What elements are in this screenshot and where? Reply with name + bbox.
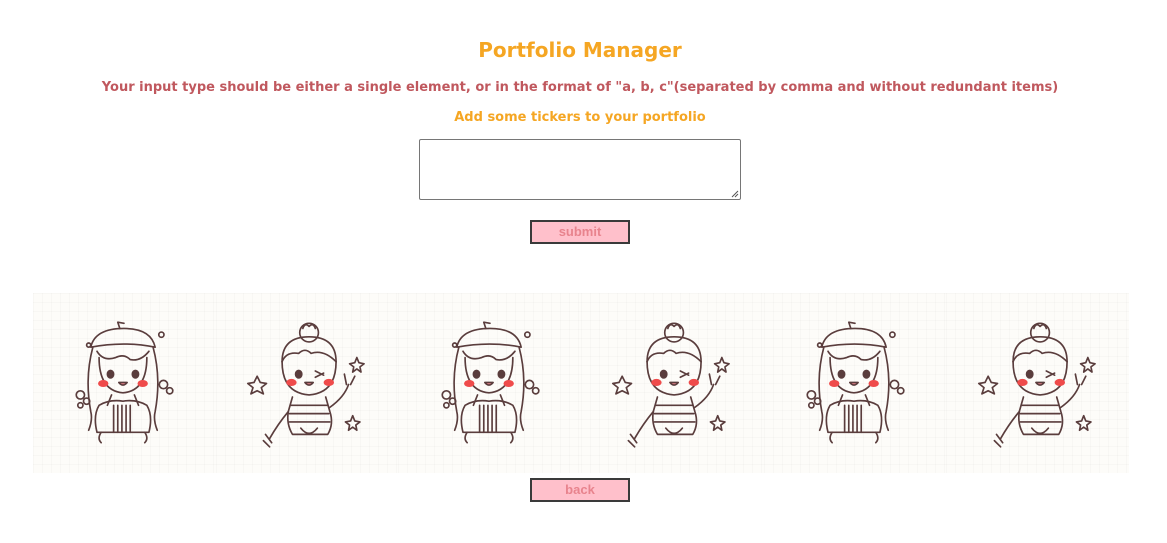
input-format-instructions: Your input type should be either a singl… [101, 80, 1059, 95]
girl-beret-icon [75, 320, 174, 444]
girl-beret-icon [806, 320, 905, 444]
girl-bun-peace-icon [977, 321, 1096, 448]
resize-grip-icon[interactable] [730, 189, 739, 198]
back-button[interactable]: back [530, 478, 630, 502]
girl-bun-peace-icon [246, 321, 365, 448]
illustration-tile [33, 293, 216, 473]
illustration-tile [581, 293, 764, 473]
submit-button[interactable]: submit [530, 220, 630, 244]
page-title: Portfolio Manager [478, 38, 682, 62]
illustration-tile [946, 293, 1130, 473]
girl-bun-peace-icon [612, 321, 731, 448]
add-tickers-prompt: Add some tickers to your portfolio [454, 110, 706, 125]
girl-beret-icon [441, 320, 540, 444]
illustration-tile [215, 293, 399, 473]
portfolio-manager-page: Portfolio Manager Your input type should… [0, 0, 1167, 543]
illustration-strip [33, 293, 1130, 473]
illustration-tile [763, 293, 947, 473]
ticker-input[interactable] [419, 139, 741, 200]
illustration-tile [398, 293, 582, 473]
